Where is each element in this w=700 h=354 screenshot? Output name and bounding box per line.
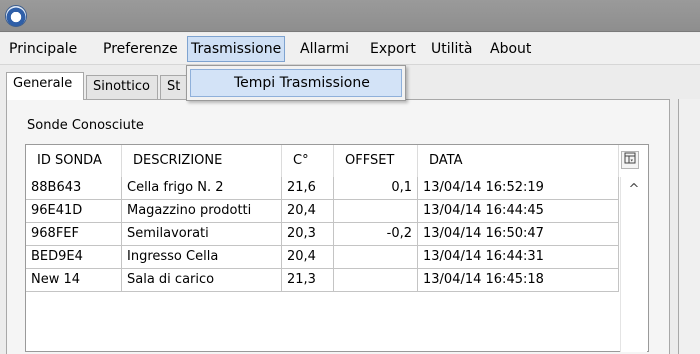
app-logo-icon[interactable] — [5, 5, 27, 27]
column-chooser-icon[interactable] — [621, 151, 639, 169]
cell-id[interactable]: 88B643 — [26, 177, 122, 200]
cell-data[interactable]: 13/04/14 16:44:31 — [418, 246, 619, 269]
main-window: Generale Sinottico St Sonde Conosciute I… — [0, 66, 700, 354]
menu-about[interactable]: About — [487, 36, 534, 62]
menu-trasmissione[interactable]: Trasmissione — [187, 36, 286, 62]
menu-bar: Principale Preferenze Trasmissione Allar… — [0, 33, 700, 65]
column-header-offset[interactable]: OFFSET — [334, 145, 418, 177]
column-header-data[interactable]: DATA — [418, 145, 619, 177]
cell-id[interactable]: 968FEF — [26, 223, 122, 246]
probes-table: ID SONDA DESCRIZIONE C° OFFSET DATA 88B6… — [25, 144, 649, 352]
cell-descrizione[interactable]: Semilavorati — [122, 223, 282, 246]
table-row[interactable]: 968FEF Semilavorati 20,3 -0,2 13/04/14 1… — [26, 223, 619, 246]
menu-allarmi[interactable]: Allarmi — [297, 36, 352, 62]
menu-utilita[interactable]: Utilità — [428, 36, 475, 62]
table-row[interactable]: New 14 Sala di carico 21,3 13/04/14 16:4… — [26, 269, 619, 292]
cell-c[interactable]: 20,4 — [282, 200, 334, 223]
menu-item-tempi-trasmissione[interactable]: Tempi Trasmissione — [190, 69, 402, 97]
cell-data[interactable]: 13/04/14 16:45:18 — [418, 269, 619, 292]
cell-offset[interactable] — [334, 246, 418, 269]
table-row[interactable]: BED9E4 Ingresso Cella 20,4 13/04/14 16:4… — [26, 246, 619, 269]
table-row[interactable]: 96E41D Magazzino prodotti 20,4 13/04/14 … — [26, 200, 619, 223]
cell-descrizione[interactable]: Ingresso Cella — [122, 246, 282, 269]
tab-sinottico[interactable]: Sinottico — [86, 75, 158, 99]
column-header-descrizione[interactable]: DESCRIZIONE — [122, 145, 282, 177]
title-bar — [0, 0, 700, 32]
cell-offset[interactable] — [334, 269, 418, 292]
column-chooser-glyph — [624, 152, 636, 164]
menu-preferenze[interactable]: Preferenze — [100, 36, 181, 62]
table-header: ID SONDA DESCRIZIONE C° OFFSET DATA — [26, 145, 648, 177]
cell-c[interactable]: 20,4 — [282, 246, 334, 269]
cell-descrizione[interactable]: Magazzino prodotti — [122, 200, 282, 223]
cell-id[interactable]: 96E41D — [26, 200, 122, 223]
column-header-id[interactable]: ID SONDA — [26, 145, 122, 177]
cell-offset[interactable]: 0,1 — [334, 177, 418, 200]
table-row[interactable]: 88B643 Cella frigo N. 2 21,6 0,1 13/04/1… — [26, 177, 619, 200]
cell-descrizione[interactable]: Sala di carico — [122, 269, 282, 292]
cell-c[interactable]: 21,6 — [282, 177, 334, 200]
tab-generale[interactable]: Generale — [6, 72, 84, 100]
menu-principale[interactable]: Principale — [6, 36, 80, 62]
cell-data[interactable]: 13/04/14 16:52:19 — [418, 177, 619, 200]
column-header-c[interactable]: C° — [282, 145, 334, 177]
cell-id[interactable]: New 14 — [26, 269, 122, 292]
cell-data[interactable]: 13/04/14 16:50:47 — [418, 223, 619, 246]
cell-descrizione[interactable]: Cella frigo N. 2 — [122, 177, 282, 200]
cell-c[interactable]: 21,3 — [282, 269, 334, 292]
cell-data[interactable]: 13/04/14 16:44:45 — [418, 200, 619, 223]
menu-export[interactable]: Export — [367, 36, 419, 62]
cell-id[interactable]: BED9E4 — [26, 246, 122, 269]
group-title: Sonde Conosciute — [27, 118, 144, 133]
generale-panel: Sonde Conosciute ID SONDA DESCRIZIONE C°… — [6, 99, 670, 354]
cell-c[interactable]: 20,3 — [282, 223, 334, 246]
trasmissione-dropdown: Tempi Trasmissione — [186, 65, 406, 101]
scroll-up-icon[interactable]: ^ — [625, 183, 643, 197]
cell-offset[interactable] — [334, 200, 418, 223]
cell-offset[interactable]: -0,2 — [334, 223, 418, 246]
vertical-scrollbar[interactable]: ^ — [620, 177, 647, 352]
side-panel — [678, 99, 700, 354]
